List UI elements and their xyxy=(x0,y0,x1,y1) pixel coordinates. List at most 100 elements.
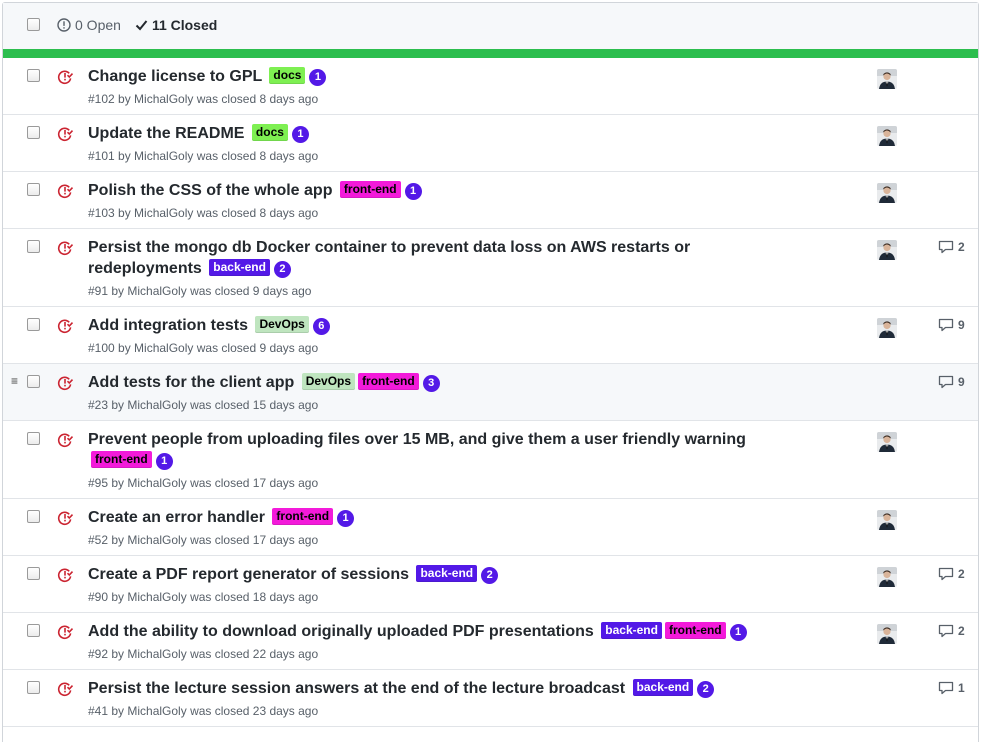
issue-title-link[interactable]: Persist the mongo db Docker container to… xyxy=(88,239,690,277)
label-front-end[interactable]: front-end xyxy=(664,622,726,639)
issue-title-link[interactable]: Update the README xyxy=(88,125,244,142)
issue-row[interactable]: Polish the CSS of the whole app front-en… xyxy=(3,172,978,229)
issue-row[interactable]: Prevent people from uploading files over… xyxy=(3,421,978,499)
comments-link[interactable]: 1 xyxy=(938,681,965,695)
closed-issues-link[interactable]: 11 Closed xyxy=(135,17,217,33)
issue-row[interactable]: Create a PDF report generator of session… xyxy=(3,556,978,613)
issue-closed-time: was closed 18 days ago xyxy=(190,590,319,604)
issue-title-link[interactable]: Add integration tests xyxy=(88,317,248,334)
issue-title-link[interactable]: Add tests for the client app xyxy=(88,374,294,391)
issue-closed-icon xyxy=(57,432,74,448)
comments-link[interactable]: 2 xyxy=(938,567,965,581)
issue-author-link[interactable]: MichalGoly xyxy=(134,149,193,163)
linked-count-badge[interactable]: 3 xyxy=(422,375,440,392)
issue-author-link[interactable]: MichalGoly xyxy=(134,92,193,106)
issue-checkbox[interactable] xyxy=(27,567,40,580)
comments-link[interactable]: 2 xyxy=(938,624,965,638)
issue-row[interactable]: Persist the lecture session answers at t… xyxy=(3,670,978,727)
comments-link[interactable]: 9 xyxy=(938,375,965,389)
issue-main: Add integration tests DevOps 6 #100 by Mi… xyxy=(88,307,768,363)
issue-row[interactable]: Change license to GPL docs 1 #102 by Mich… xyxy=(3,58,978,115)
assignee-avatar[interactable] xyxy=(877,69,897,89)
issue-checkbox[interactable] xyxy=(27,318,40,331)
assignee-avatar[interactable] xyxy=(877,240,897,260)
linked-count-badge[interactable]: 2 xyxy=(481,567,499,584)
assignee-avatar[interactable] xyxy=(877,183,897,203)
issue-title-link[interactable]: Polish the CSS of the whole app xyxy=(88,182,332,199)
issue-row[interactable]: Add integration tests DevOps 6 #100 by Mi… xyxy=(3,307,978,364)
issue-author-link[interactable]: MichalGoly xyxy=(127,647,186,661)
issue-checkbox[interactable] xyxy=(27,375,40,388)
label-front-end[interactable]: front-end xyxy=(339,181,401,198)
issue-title-link[interactable]: Add the ability to download originally u… xyxy=(88,623,594,640)
assignee-avatar[interactable] xyxy=(877,567,897,587)
issue-row[interactable]: Update the README docs 1 #101 by MichalGo… xyxy=(3,115,978,172)
linked-count-badge[interactable]: 1 xyxy=(309,69,327,86)
issue-number: #102 xyxy=(88,92,115,106)
assignee-avatar[interactable] xyxy=(877,624,897,644)
issue-labels: docs xyxy=(244,124,288,142)
issue-title-link[interactable]: Prevent people from uploading files over… xyxy=(88,431,746,448)
assignee-avatar[interactable] xyxy=(877,126,897,146)
issue-checkbox[interactable] xyxy=(27,624,40,637)
linked-count-badge[interactable]: 1 xyxy=(337,510,355,527)
label-back-end[interactable]: back-end xyxy=(632,679,694,696)
issue-row[interactable]: Persist the mongo db Docker container to… xyxy=(3,229,978,307)
issue-checkbox[interactable] xyxy=(27,432,40,445)
label-back-end[interactable]: back-end xyxy=(601,622,662,639)
issue-author-link[interactable]: MichalGoly xyxy=(127,476,186,490)
linked-count-badge[interactable]: 2 xyxy=(697,681,715,698)
open-issues-link[interactable]: 0 Open xyxy=(57,17,121,33)
issue-closed-icon xyxy=(57,183,74,199)
linked-count-badge[interactable]: 6 xyxy=(312,318,330,335)
linked-count-badge[interactable]: 1 xyxy=(404,183,422,200)
select-all-checkbox[interactable] xyxy=(27,18,40,31)
comments-link[interactable]: 2 xyxy=(938,240,965,254)
issue-author-link[interactable]: MichalGoly xyxy=(127,704,186,718)
label-front-end[interactable]: front-end xyxy=(272,508,334,525)
issue-checkbox[interactable] xyxy=(27,681,40,694)
issue-row[interactable]: ≡ Add tests for the client app DevOps fro… xyxy=(3,364,978,421)
issue-row[interactable]: Create an error handler front-end 1 #52 b… xyxy=(3,499,978,556)
issue-row[interactable]: Add the ability to download originally u… xyxy=(3,613,978,670)
issue-author-link[interactable]: MichalGoly xyxy=(127,398,186,412)
label-devops[interactable]: DevOps xyxy=(255,316,309,333)
issue-closed-icon xyxy=(57,318,74,334)
issue-checkbox[interactable] xyxy=(27,510,40,523)
label-back-end[interactable]: back-end xyxy=(416,565,478,582)
label-docs[interactable]: docs xyxy=(269,67,306,84)
issue-main: Add tests for the client app DevOps front… xyxy=(88,364,768,420)
assignee-avatar[interactable] xyxy=(877,318,897,338)
issue-meta: #95 by MichalGoly was closed 17 days ago xyxy=(88,476,319,490)
issue-title-link[interactable]: Change license to GPL xyxy=(88,68,262,85)
issue-checkbox[interactable] xyxy=(27,126,40,139)
linked-count-badge[interactable]: 1 xyxy=(291,126,309,143)
issue-checkbox[interactable] xyxy=(27,240,40,253)
linked-count-badge[interactable]: 1 xyxy=(155,453,173,470)
label-front-end[interactable]: front-end xyxy=(91,451,152,468)
linked-count-badge[interactable]: 1 xyxy=(729,624,747,641)
issue-number: #90 xyxy=(88,590,109,604)
label-back-end[interactable]: back-end xyxy=(209,259,270,276)
issue-title-link[interactable]: Create a PDF report generator of session… xyxy=(88,566,409,583)
comment-count: 2 xyxy=(958,567,965,581)
label-devops[interactable]: DevOps xyxy=(301,373,356,390)
issue-title-link[interactable]: Persist the lecture session answers at t… xyxy=(88,680,625,697)
assignee-avatar[interactable] xyxy=(877,510,897,530)
drag-handle-icon[interactable]: ≡ xyxy=(11,375,18,387)
issue-checkbox[interactable] xyxy=(27,69,40,82)
issue-meta: #101 by MichalGoly was closed 8 days ago xyxy=(88,149,319,163)
issue-author-link[interactable]: MichalGoly xyxy=(127,284,186,298)
issue-checkbox[interactable] xyxy=(27,183,40,196)
issue-author-link[interactable]: MichalGoly xyxy=(134,341,193,355)
comments-link[interactable]: 9 xyxy=(938,318,965,332)
label-docs[interactable]: docs xyxy=(251,124,288,141)
comment-icon xyxy=(938,624,958,638)
assignee-avatar[interactable] xyxy=(877,432,897,452)
issue-title-link[interactable]: Create an error handler xyxy=(88,509,265,526)
linked-count-badge[interactable]: 2 xyxy=(273,261,291,278)
issue-author-link[interactable]: MichalGoly xyxy=(127,533,186,547)
issue-author-link[interactable]: MichalGoly xyxy=(134,206,193,220)
issue-author-link[interactable]: MichalGoly xyxy=(127,590,186,604)
label-front-end[interactable]: front-end xyxy=(358,373,419,390)
